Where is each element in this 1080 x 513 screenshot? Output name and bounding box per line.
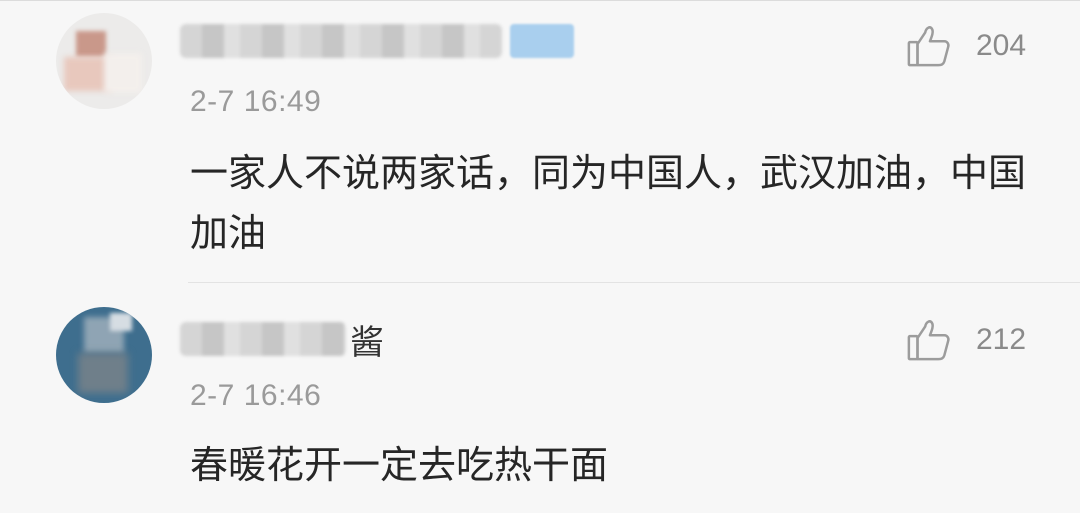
comment-time: 2-7 16:46 (190, 379, 322, 412)
comment-content: 春暖花开一定去吃热干面 (190, 443, 609, 487)
comment-item: 2-7 16:49 一家人不说两家话，同为中国人，武汉加油，中国加油 204 (0, 1, 1080, 283)
username-visible-part: 酱 (350, 322, 384, 363)
username-redacted (180, 24, 502, 58)
vip-badge (510, 24, 574, 58)
comment-list: 2-7 16:49 一家人不说两家话，同为中国人，武汉加油，中国加油 204 酱… (0, 0, 1080, 513)
like-button[interactable]: 212 (906, 317, 1026, 363)
username[interactable]: 酱 (180, 319, 384, 363)
thumbs-up-icon (907, 26, 950, 67)
like-count: 212 (976, 323, 1027, 356)
thumbs-up-icon (907, 320, 950, 361)
comment-content: 一家人不说两家话，同为中国人，武汉加油，中国加油 (190, 151, 1027, 255)
comment-item: 酱 2-7 16:46 春暖花开一定去吃热干面 212 (0, 283, 1080, 513)
avatar[interactable] (56, 13, 152, 109)
username-redacted (180, 322, 346, 356)
like-button[interactable]: 204 (906, 23, 1026, 69)
avatar[interactable] (56, 307, 152, 403)
username[interactable] (180, 21, 574, 61)
comment-time: 2-7 16:49 (190, 85, 322, 118)
like-count: 204 (976, 29, 1027, 62)
